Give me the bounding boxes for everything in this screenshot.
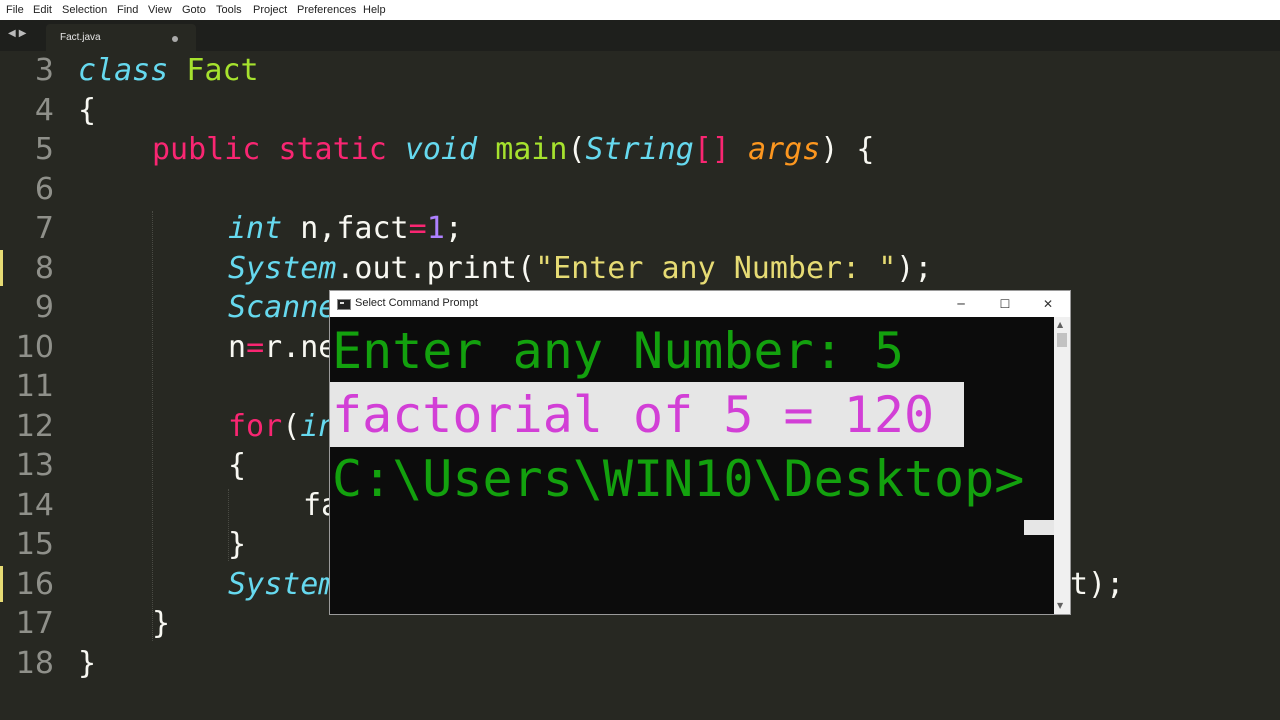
code-token: main <box>495 132 568 167</box>
line-number: 4 <box>34 93 54 128</box>
code-token: for <box>228 409 283 444</box>
line-number: 7 <box>34 211 54 246</box>
code-token: .out.print( <box>336 251 536 286</box>
maximize-icon[interactable]: ☐ <box>983 291 1027 317</box>
menu-bar: File Edit Selection Find View Goto Tools… <box>0 0 1280 20</box>
cmd-output-line: Enter any Number: 5 <box>332 322 904 380</box>
line-number: 16 <box>15 567 54 602</box>
line-number: 13 <box>15 448 54 483</box>
code-token: Fact <box>186 53 259 88</box>
code-token: = <box>246 330 265 365</box>
line-number: 5 <box>34 132 54 167</box>
cmd-prompt-line: C:\Users\WIN10\Desktop> <box>332 450 1025 508</box>
code-token: [] <box>693 132 730 167</box>
tab-bar: ◀▶ Fact.java <box>0 20 1280 51</box>
cmd-scrollbar[interactable]: ▲ ▼ <box>1054 317 1070 614</box>
code-line-13: { <box>228 448 247 483</box>
line-number: 15 <box>15 527 54 562</box>
indent-guide <box>152 211 153 641</box>
code-token: r.ne <box>264 330 337 365</box>
code-token: public <box>152 132 261 167</box>
code-line-16-start: System <box>228 567 337 602</box>
tab-fact-java[interactable]: Fact.java <box>46 24 196 51</box>
code-token: ( <box>567 132 586 167</box>
code-token: int <box>228 211 283 246</box>
menu-file[interactable]: File <box>6 4 24 16</box>
code-line-4: { <box>78 93 97 128</box>
code-token: class <box>78 53 169 88</box>
code-token: System <box>228 251 337 286</box>
text-cursor <box>1024 520 1054 535</box>
menu-view[interactable]: View <box>148 4 172 16</box>
code-line-7: int n,fact=1; <box>228 209 463 249</box>
line-number: 6 <box>34 172 54 207</box>
menu-tools[interactable]: Tools <box>216 4 242 16</box>
line-number: 10 <box>15 330 54 365</box>
scroll-thumb[interactable] <box>1057 333 1067 347</box>
line-number: 12 <box>15 409 54 444</box>
code-token: ) { <box>820 132 875 167</box>
line-number: 17 <box>15 606 54 641</box>
unsaved-dot-icon[interactable] <box>172 36 178 42</box>
code-token: n <box>228 330 247 365</box>
code-line-15: } <box>228 527 247 562</box>
nav-arrows-icon[interactable]: ◀▶ <box>8 28 29 39</box>
menu-help[interactable]: Help <box>363 4 386 16</box>
code-line-8: System.out.print("Enter any Number: "); <box>228 249 932 289</box>
tab-label: Fact.java <box>60 32 101 43</box>
code-line-5: public static void main(String[] args) { <box>152 130 875 170</box>
line-number: 18 <box>15 646 54 681</box>
scroll-up-icon[interactable]: ▲ <box>1057 320 1063 329</box>
code-token: ( <box>282 409 301 444</box>
code-line-9: Scanne <box>228 290 337 325</box>
code-line-12: for(in <box>228 407 336 447</box>
code-token: args <box>748 132 821 167</box>
menu-edit[interactable]: Edit <box>33 4 52 16</box>
cmd-title: Select Command Prompt <box>355 297 478 309</box>
command-prompt-window[interactable]: Select Command Prompt ─ ☐ ✕ Enter any Nu… <box>330 291 1070 614</box>
line-number: 9 <box>34 290 54 325</box>
line-number: 14 <box>15 488 54 523</box>
cmd-window-icon <box>337 299 351 310</box>
code-token: ; <box>444 211 463 246</box>
cmd-console[interactable]: Enter any Number: 5 factorial of 5 = 120… <box>330 317 1054 614</box>
code-token: = <box>408 211 427 246</box>
code-token: static <box>278 132 387 167</box>
code-token: "Enter any Number: " <box>535 251 897 286</box>
code-token: void <box>404 132 478 167</box>
code-token: n,fact <box>282 211 409 246</box>
close-icon[interactable]: ✕ <box>1026 291 1070 317</box>
code-token: 1 <box>426 211 445 246</box>
scroll-down-icon[interactable]: ▼ <box>1057 601 1063 610</box>
line-number: 3 <box>34 53 54 88</box>
cmd-title-bar[interactable]: Select Command Prompt ─ ☐ ✕ <box>330 291 1070 317</box>
code-line-18: } <box>78 646 97 681</box>
code-line-3: class Fact <box>78 51 259 91</box>
menu-project[interactable]: Project <box>253 4 287 16</box>
menu-goto[interactable]: Goto <box>182 4 206 16</box>
code-token: ); <box>896 251 933 286</box>
code-line-10: n=r.ne <box>228 328 336 368</box>
minimize-icon[interactable]: ─ <box>939 291 983 317</box>
menu-preferences[interactable]: Preferences <box>297 4 356 16</box>
code-token: String <box>585 132 694 167</box>
line-number: 11 <box>15 369 54 404</box>
code-line-17: } <box>152 606 171 641</box>
menu-selection[interactable]: Selection <box>62 4 107 16</box>
code-line-16-end: t); <box>1070 567 1125 602</box>
cmd-output-line: factorial of 5 = 120 <box>332 386 935 444</box>
line-number: 8 <box>34 251 54 286</box>
menu-find[interactable]: Find <box>117 4 138 16</box>
